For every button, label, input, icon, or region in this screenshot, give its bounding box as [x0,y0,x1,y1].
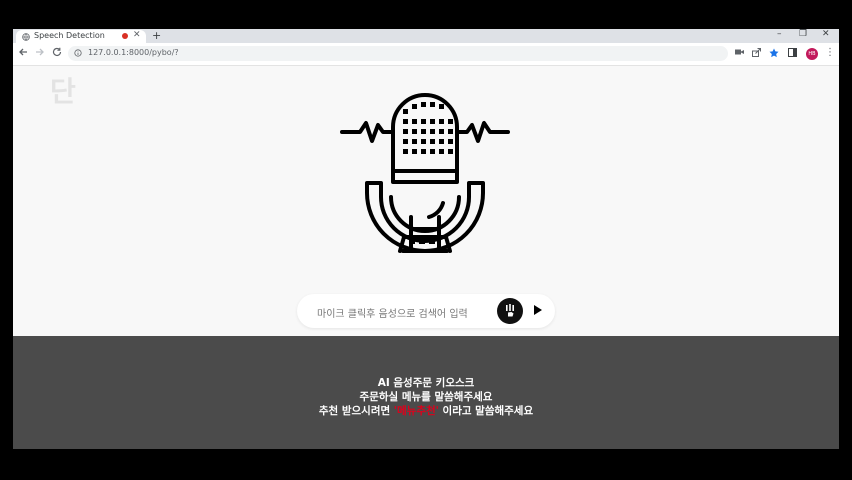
recording-indicator-icon [122,33,128,39]
browser-tab[interactable]: Speech Detection ✕ [16,30,146,43]
new-tab-button[interactable]: + [152,29,161,42]
profile-avatar[interactable]: HB [806,48,818,60]
footer-recommend-keyword: '메뉴추천' [393,405,439,417]
search-placeholder: 마이크 클릭후 음성으로 검색어 입력 [317,309,468,320]
footer-title: AI 음성주문 키오스크 [377,377,475,389]
page-content: 단 마이크 클릭후 음성으로 검색어 입력 [13,66,839,336]
arrow-right-icon [36,48,44,56]
play-icon[interactable] [534,305,542,315]
side-panel-icon[interactable] [788,48,797,60]
browser-toolbar: 127.0.0.1:8000/pybo/? HB ⋮ [13,43,839,66]
camera-icon[interactable] [735,48,744,59]
arrow-left-icon [19,48,27,56]
minimize-button[interactable]: – [777,29,782,39]
footer-recommend-suffix: 이라고 말씀해주세요 [438,405,534,417]
tab-strip: Speech Detection ✕ + – ❐ ✕ [13,29,839,43]
site-info-icon[interactable] [74,49,82,57]
reload-button[interactable] [52,47,62,60]
microphone-icon [340,93,510,253]
footer-recommend-line: 추천 받으시려면 '메뉴추천' 이라고 말씀해주세요 [13,403,839,418]
mic-button[interactable] [497,298,523,324]
footer-instruction: 주문하실 메뉴를 말씀해주세요 [359,391,493,403]
restore-button[interactable]: ❐ [799,29,807,39]
reload-icon [52,47,62,57]
browser-menu-icon[interactable]: ⋮ [825,47,835,58]
window-close-button[interactable]: ✕ [822,29,830,39]
url-text: 127.0.0.1:8000/pybo/? [88,48,179,57]
back-button[interactable] [18,47,28,60]
tab-close-icon[interactable]: ✕ [133,30,141,40]
address-bar[interactable]: 127.0.0.1:8000/pybo/? [68,46,728,61]
browser-window: Speech Detection ✕ + – ❐ ✕ 127.0.0.1:800… [13,29,839,449]
voice-search-bar[interactable]: 마이크 클릭후 음성으로 검색어 입력 [297,294,555,328]
share-icon[interactable] [752,48,761,60]
forward-button[interactable] [35,47,45,60]
tab-title: Speech Detection [34,31,105,40]
globe-icon [22,33,30,41]
bookmark-star-icon[interactable] [769,48,779,61]
microphone-icon [506,304,514,317]
kiosk-footer: AI 음성주문 키오스크 주문하실 메뉴를 말씀해주세요 추천 받으시려면 '메… [13,336,839,449]
logo: 단 [50,75,76,108]
footer-recommend-prefix: 추천 받으시려면 [318,405,394,417]
